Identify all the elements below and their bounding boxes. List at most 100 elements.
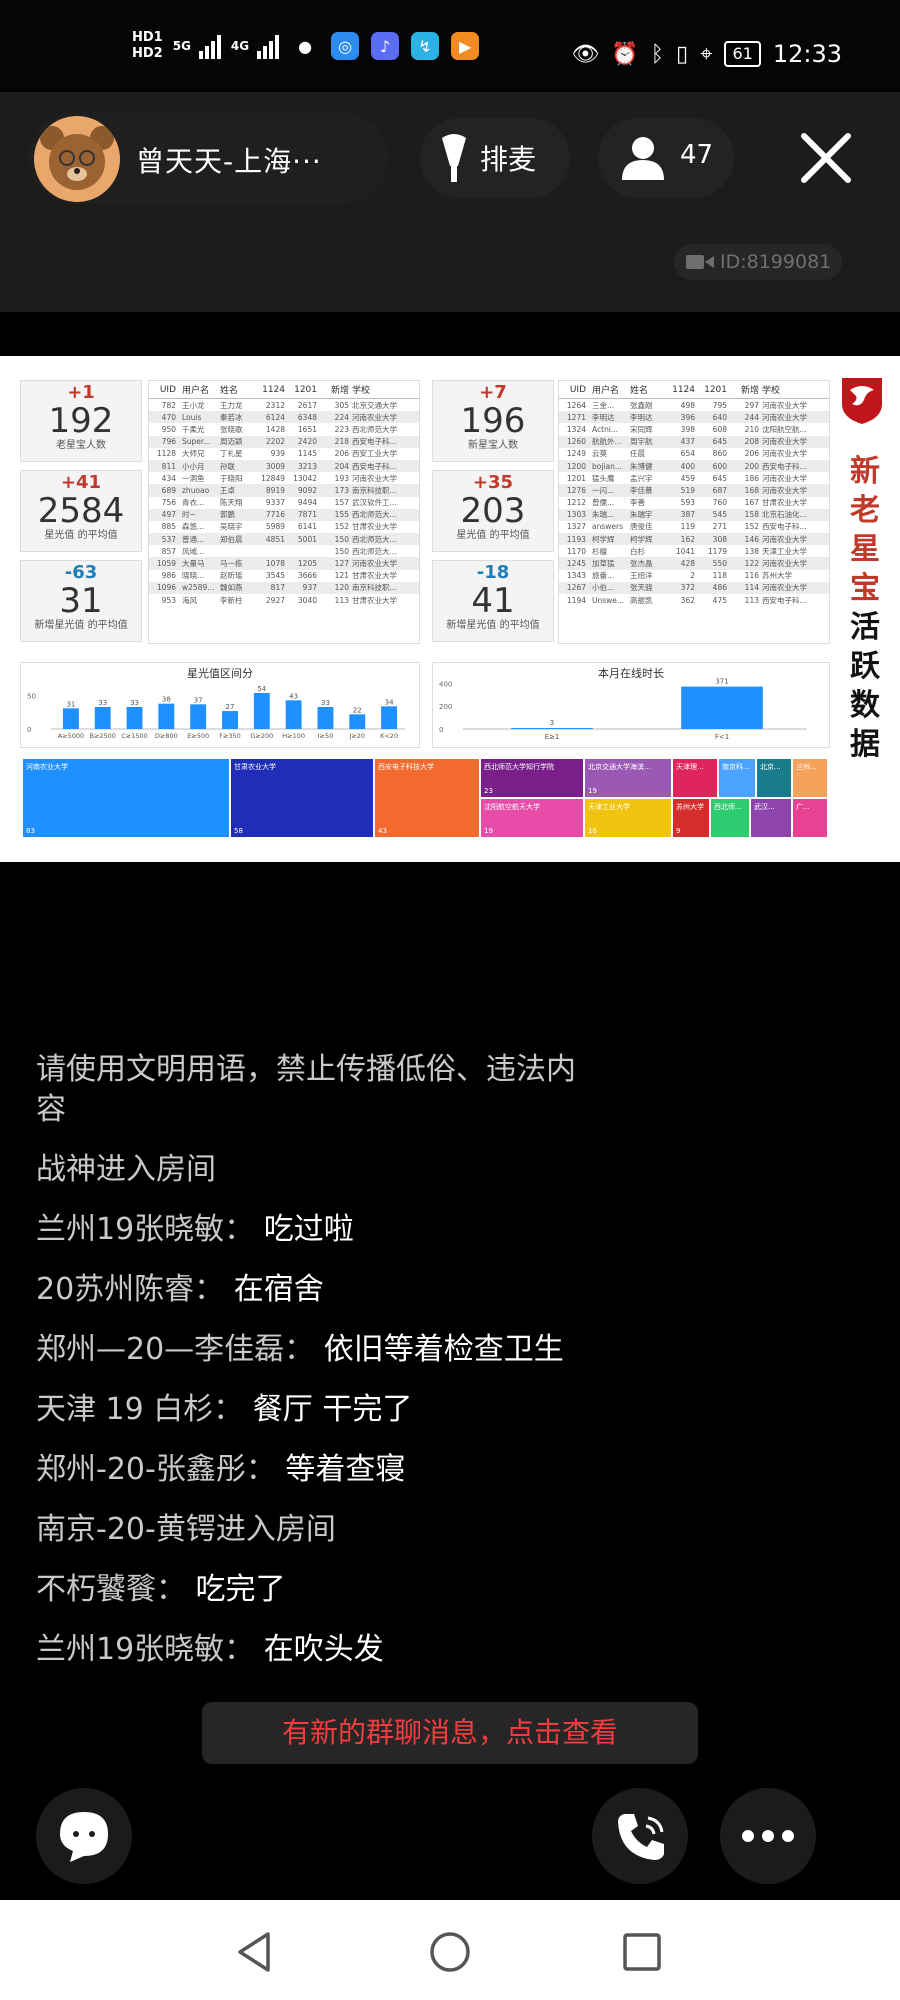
column-header[interactable]: UID: [149, 385, 179, 395]
chat-message: 兰州19张晓敏： 吃过啦: [36, 1210, 596, 1250]
wechat-icon: ●: [298, 36, 313, 56]
column-header[interactable]: 学校: [349, 383, 401, 396]
table-cell: 王小龙: [182, 400, 205, 410]
column-header[interactable]: 学校: [759, 383, 811, 396]
table-cell: 西北师范大...: [352, 546, 397, 556]
table-row: 1271 李明达 李明达 396 640 244 河南农业大学: [559, 411, 829, 424]
column-header[interactable]: UID: [559, 385, 589, 395]
histogram-bar: [317, 707, 334, 729]
table-row: 1128 大师兄 丁礼星 939 1145 206 西安工业大学: [149, 448, 419, 460]
close-icon[interactable]: [790, 122, 862, 194]
table-cell: 千柔光: [182, 424, 205, 434]
bar-value-label: 33: [130, 699, 139, 707]
table-cell: 河南农业大学: [352, 412, 397, 422]
column-header[interactable]: 1201: [695, 385, 727, 395]
kpi-caption: 老星宝人数: [56, 440, 106, 451]
battery-indicator: 61: [724, 41, 761, 67]
category-label: H≥100: [282, 732, 305, 740]
column-header[interactable]: 1124: [665, 385, 695, 395]
column-header[interactable]: 姓名: [627, 383, 665, 396]
table-cell: 640: [712, 412, 727, 422]
table-cell: 陈天翔: [220, 498, 243, 508]
table-cell: 6348: [297, 412, 317, 422]
table-cell: 118: [712, 571, 727, 581]
home-icon[interactable]: [428, 1930, 472, 1974]
network-4g: 4G: [230, 39, 250, 53]
table-cell: 6124: [265, 412, 285, 422]
table-cell: 1651: [297, 424, 317, 434]
table-cell: 372: [680, 583, 695, 593]
table-cell: 937: [302, 583, 317, 593]
table-cell: 河南农业大学: [762, 583, 807, 593]
table-cell: 162: [680, 534, 695, 544]
queue-mic-button[interactable]: 排麦: [420, 118, 570, 198]
viewer-count-button[interactable]: 47: [598, 118, 734, 198]
table-cell: 114: [744, 583, 759, 593]
table-cell: 950: [161, 424, 176, 434]
table-cell: 曾儒...: [592, 498, 615, 508]
table-cell: 1428: [265, 424, 285, 434]
histogram-bar: [285, 700, 302, 729]
table-cell: 河南农业大学: [352, 559, 397, 569]
column-header[interactable]: 用户名: [179, 383, 217, 396]
kpi-card: +41 2584 星光值 的平均值: [20, 470, 142, 552]
recent-apps-icon[interactable]: [620, 1930, 664, 1974]
table-cell: 146: [744, 534, 759, 544]
table-cell: 孙联: [220, 461, 235, 471]
table-cell: 柯学辉: [630, 534, 653, 544]
new-message-notice[interactable]: 有新的群聊消息，点击查看: [202, 1702, 698, 1764]
table-row: 1096 w2589... 魏如燕 817 937 120 南京科技职...: [149, 581, 419, 594]
table-cell: 152: [744, 522, 759, 532]
column-header[interactable]: 新增: [317, 383, 349, 396]
table-cell: 654: [680, 449, 695, 459]
chat-sender: 兰州19张晓敏：: [36, 1212, 255, 1247]
column-header[interactable]: 姓名: [217, 383, 255, 396]
table-cell: 398: [680, 424, 695, 434]
table-cell: 173: [334, 485, 349, 495]
owner-profile[interactable]: 曾天天-上海···: [28, 112, 388, 204]
table-cell: 116: [744, 571, 759, 581]
treemap-cell: 武汉...: [750, 798, 792, 838]
table-cell: 1128: [156, 449, 176, 459]
column-header[interactable]: 1201: [285, 385, 317, 395]
chat-button[interactable]: [36, 1788, 132, 1884]
table-cell: 2420: [297, 437, 317, 447]
treemap-cell: 甘肃农业大学 58: [230, 758, 374, 838]
star-table-old: UID 用户名 姓名 1124 1201 新增 学校 782 王小龙 王力龙 2312 2617 305…: [148, 380, 420, 644]
column-header[interactable]: 新增: [727, 383, 759, 396]
treemap-cell: 苏州大学 9: [672, 798, 710, 838]
starlight-histogram: 星光值区间分 50 0 31 A≥5000 33 B≥2500 33 C≥1500 38 D≥80…: [20, 662, 420, 748]
table-cell: 3213: [297, 461, 317, 471]
table-cell: 12849: [261, 473, 285, 483]
table-header: UID 用户名 姓名 1124 1201 新增 学校: [559, 381, 829, 399]
category-label: G≥200: [250, 732, 273, 740]
table-cell: 甘肃农业大学: [762, 498, 807, 508]
column-header[interactable]: 用户名: [589, 383, 627, 396]
back-icon[interactable]: [232, 1930, 276, 1974]
table-cell: 小小月: [182, 461, 205, 471]
histogram-bar: [126, 707, 143, 729]
more-button[interactable]: [720, 1788, 816, 1884]
table-cell: 687: [712, 485, 727, 495]
table-cell: 张鑫刚: [630, 400, 653, 410]
avatar[interactable]: [34, 116, 120, 202]
column-header[interactable]: 1124: [255, 385, 285, 395]
table-row: 796 Super... 周迈颖 2202 2420 218 西安电子科...: [149, 435, 419, 448]
table-cell: 1212: [566, 498, 586, 508]
table-row: 1200 bojian... 朱博健 400 600 200 西安电子科...: [559, 459, 829, 473]
voice-call-button[interactable]: [592, 1788, 688, 1884]
category-label: I≥50: [318, 732, 334, 740]
chat-text: 在宿舍: [224, 1272, 324, 1307]
room-header: 曾天天-上海··· 排麦 47 ID:8199081: [0, 92, 900, 312]
table-cell: 甘肃农业大学: [352, 522, 397, 532]
table-cell: 121: [334, 571, 349, 581]
table-cell: 甘肃农业大学: [352, 595, 397, 605]
chat-message: 郑州-20-张鑫彤： 等着查寝: [36, 1450, 596, 1490]
table-cell: 王力龙: [220, 400, 243, 410]
table-cell: 秦若冰: [220, 412, 243, 422]
table-row: 1276 一闪... 李佳慕 519 687 168 河南农业大学: [559, 484, 829, 497]
table-cell: 400: [680, 461, 695, 471]
treemap-cell: 沈阳航空航天大学 19: [480, 798, 584, 838]
table-cell: 5989: [265, 522, 285, 532]
table-cell: 朱瑞宇: [630, 510, 653, 520]
